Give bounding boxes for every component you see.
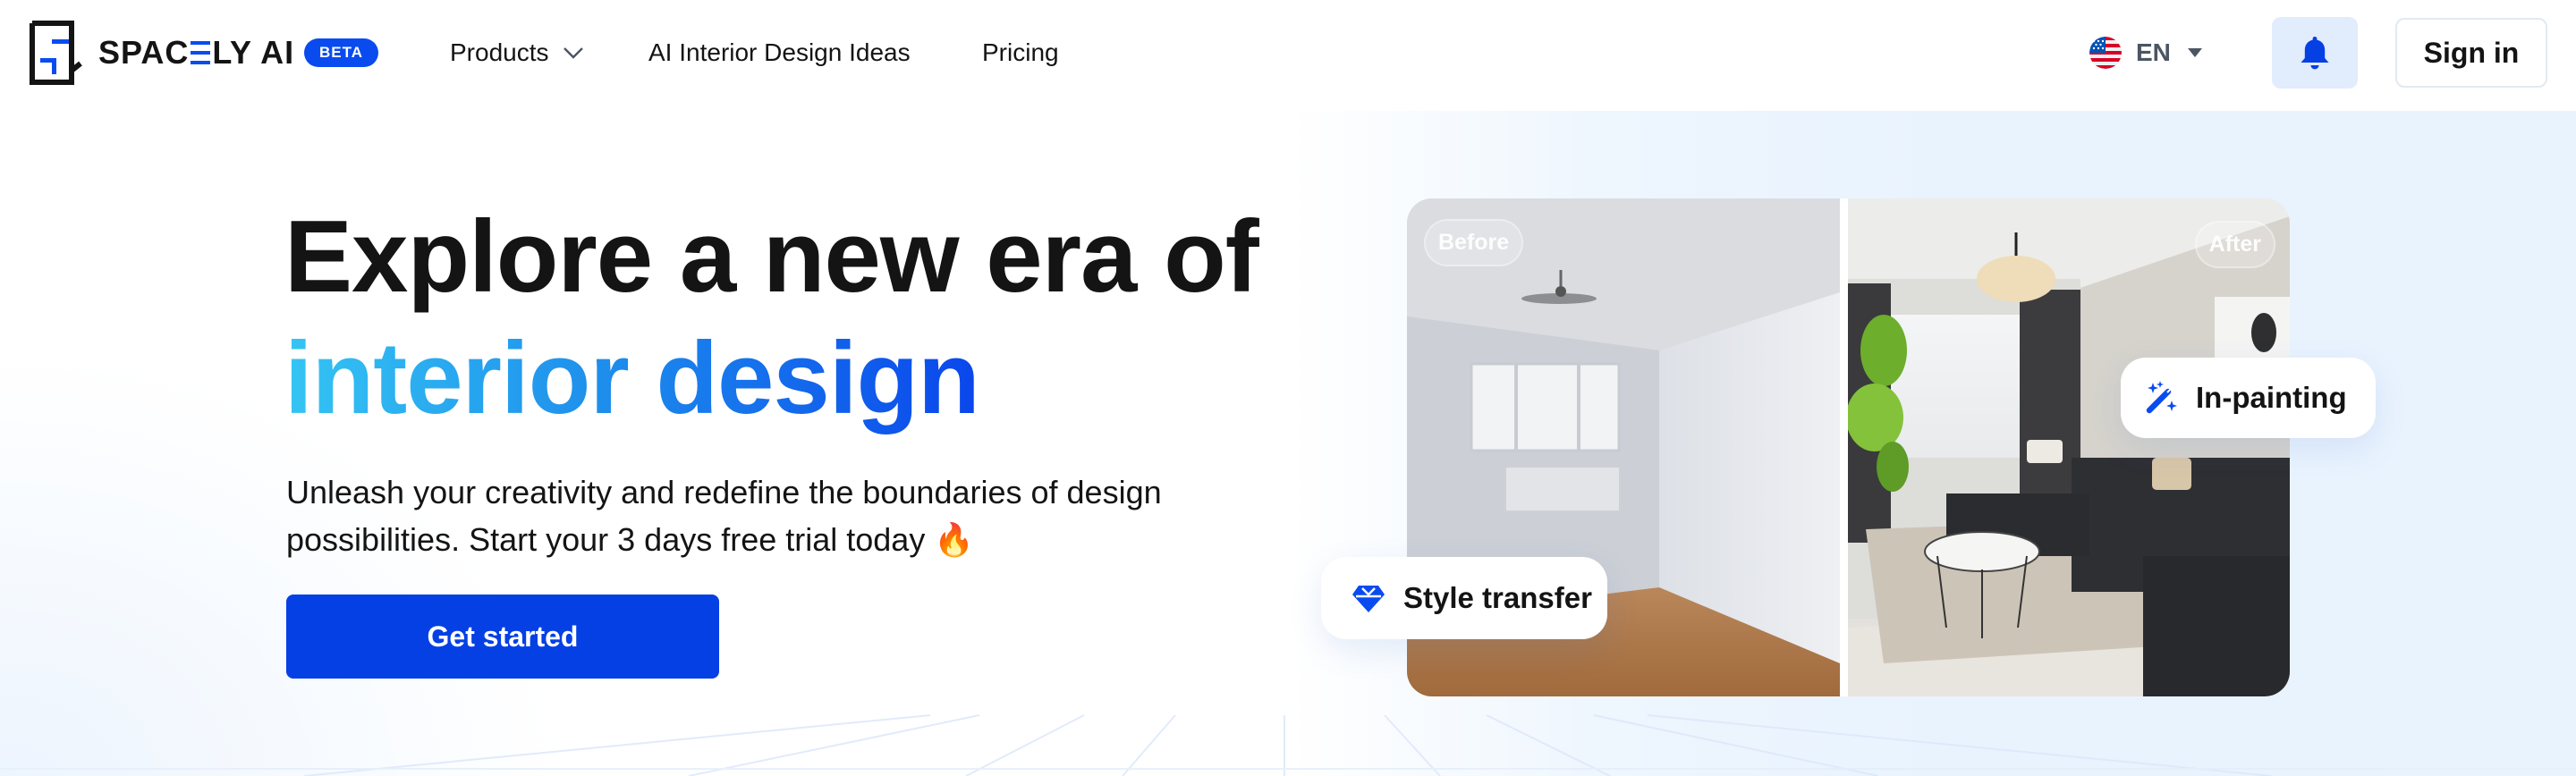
- nav-ai-interior-design-ideas[interactable]: AI Interior Design Ideas: [648, 34, 911, 72]
- hero-headline-line1: Explore a new era of: [284, 200, 1259, 314]
- style-transfer-pill[interactable]: Style transfer: [1321, 557, 1607, 639]
- hero-headline: Explore a new era of interior design: [284, 197, 1259, 440]
- before-badge: Before: [1424, 219, 1524, 266]
- designed-living-room-image: [1848, 198, 2290, 696]
- diamond-icon: [1352, 586, 1385, 612]
- floorplan-s-logo-icon: [30, 21, 82, 85]
- chevron-down-icon: [563, 47, 583, 59]
- bell-icon: [2301, 37, 2329, 70]
- get-started-button[interactable]: Get started: [286, 595, 719, 679]
- after-image: After: [1848, 198, 2290, 696]
- beta-badge: BETA: [304, 38, 378, 67]
- style-transfer-label: Style transfer: [1403, 581, 1592, 614]
- language-selector[interactable]: EN: [2089, 34, 2203, 72]
- hero-headline-line2: interior design: [284, 318, 980, 440]
- brand-wordmark: SPAC LY AI: [98, 32, 294, 73]
- brand-name-suffix: LY AI: [212, 34, 295, 71]
- language-code: EN: [2136, 38, 2171, 66]
- sign-in-button[interactable]: Sign in: [2395, 18, 2547, 88]
- nav-pricing[interactable]: Pricing: [982, 34, 1059, 72]
- nav-products-label: Products: [450, 38, 549, 66]
- magic-wand-icon: [2146, 381, 2177, 414]
- after-badge: After: [2194, 221, 2275, 268]
- brand-e-glyph-icon: [191, 41, 211, 64]
- brand-name-prefix: SPAC: [98, 34, 190, 71]
- notifications-button[interactable]: [2272, 17, 2358, 89]
- us-flag-icon: [2089, 37, 2122, 69]
- nav-products[interactable]: Products: [450, 34, 585, 72]
- in-painting-label: In-painting: [2196, 381, 2347, 414]
- site-header: SPAC LY AI BETA Products AI Interior Des…: [0, 0, 2576, 111]
- caret-down-icon: [2187, 48, 2202, 57]
- hero-subtext: Unleash your creativity and redefine the…: [286, 474, 1162, 558]
- in-painting-pill[interactable]: In-painting: [2121, 358, 2376, 438]
